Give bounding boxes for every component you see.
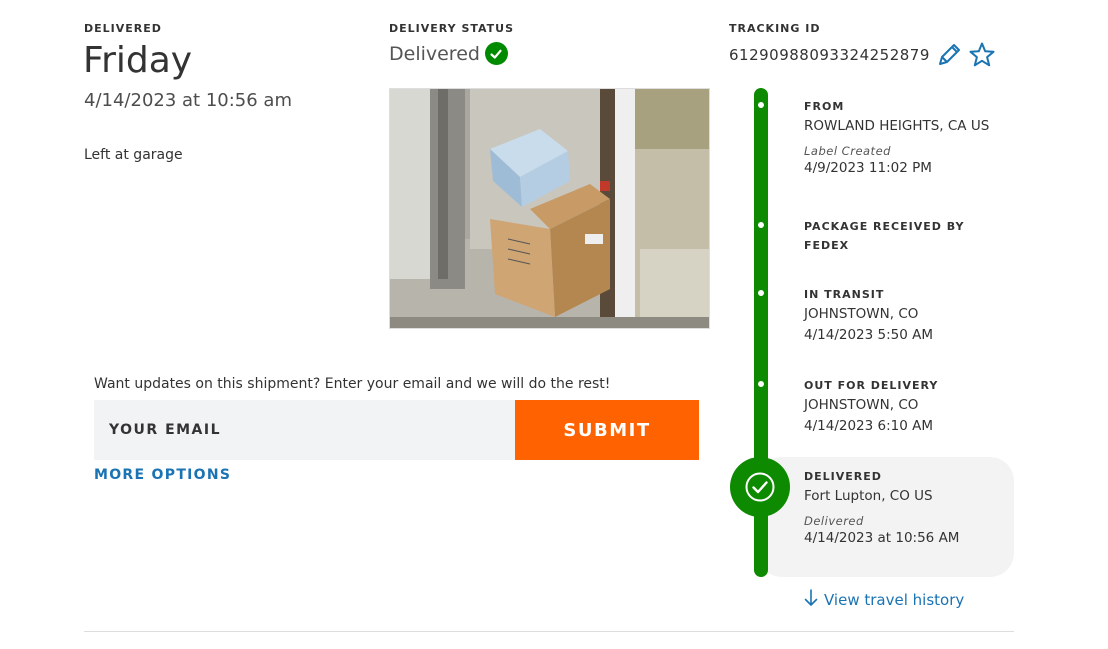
timeline-step-delivered: DELIVERED Fort Lupton, CO US Delivered 4…	[804, 467, 959, 549]
step-heading: IN TRANSIT	[804, 288, 885, 301]
step-heading: FEDEX	[804, 239, 850, 252]
proof-of-delivery-photo[interactable]	[389, 88, 710, 329]
step-datetime: 4/9/2023 11:02 PM	[804, 160, 932, 176]
email-updates-prompt: Want updates on this shipment? Enter you…	[94, 376, 611, 392]
email-input[interactable]	[94, 400, 515, 460]
star-icon[interactable]	[968, 41, 996, 69]
step-event: Delivered	[804, 514, 864, 528]
view-travel-history-label: View travel history	[824, 591, 965, 609]
timeline-dot	[758, 222, 764, 228]
step-location: JOHNSTOWN, CO	[804, 306, 919, 322]
step-datetime: 4/14/2023 5:50 AM	[804, 327, 934, 343]
tracking-id-value: 61290988093324252879	[729, 46, 930, 64]
step-location: JOHNSTOWN, CO	[804, 397, 919, 413]
submit-button[interactable]: SUBMIT	[515, 400, 699, 460]
view-travel-history-link[interactable]: View travel history	[804, 589, 964, 611]
section-divider	[84, 631, 1014, 632]
pencil-icon[interactable]	[936, 42, 962, 68]
delivery-datetime: 4/14/2023 at 10:56 am	[84, 90, 292, 111]
delivery-status-value: Delivered	[389, 42, 480, 65]
timeline-step-in-transit: IN TRANSIT JOHNSTOWN, CO 4/14/2023 5:50 …	[804, 285, 933, 346]
tracking-id-label: TRACKING ID	[729, 22, 821, 35]
timeline-dot	[758, 290, 764, 296]
check-circle-icon	[484, 42, 508, 65]
delivery-day: Friday	[83, 40, 193, 81]
step-heading: OUT FOR DELIVERY	[804, 379, 939, 392]
tracking-id-row: 61290988093324252879	[729, 41, 996, 69]
step-heading: FROM	[804, 100, 845, 113]
step-heading: PACKAGE RECEIVED BY	[804, 220, 965, 233]
arrow-down-icon	[804, 589, 818, 611]
timeline-step-received: PACKAGE RECEIVED BY FEDEX	[804, 217, 964, 255]
step-event: Label Created	[804, 144, 891, 158]
step-datetime: 4/14/2023 6:10 AM	[804, 418, 934, 434]
delivered-check-icon	[730, 457, 790, 517]
more-options-link[interactable]: MORE OPTIONS	[94, 467, 231, 483]
timeline-dot	[758, 102, 764, 108]
step-datetime: 4/14/2023 at 10:56 AM	[804, 530, 960, 546]
step-location: Fort Lupton, CO US	[804, 488, 933, 504]
timeline-step-out-for-delivery: OUT FOR DELIVERY JOHNSTOWN, CO 4/14/2023…	[804, 376, 938, 437]
delivery-status-label: DELIVERY STATUS	[389, 22, 515, 35]
step-heading: DELIVERED	[804, 470, 882, 483]
delivery-status: Delivered	[389, 42, 508, 65]
delivered-label: DELIVERED	[84, 22, 162, 35]
delivery-location-note: Left at garage	[84, 147, 183, 163]
timeline-step-from: FROM ROWLAND HEIGHTS, CA US Label Create…	[804, 97, 989, 179]
step-location: ROWLAND HEIGHTS, CA US	[804, 118, 990, 134]
timeline-dot	[758, 381, 764, 387]
